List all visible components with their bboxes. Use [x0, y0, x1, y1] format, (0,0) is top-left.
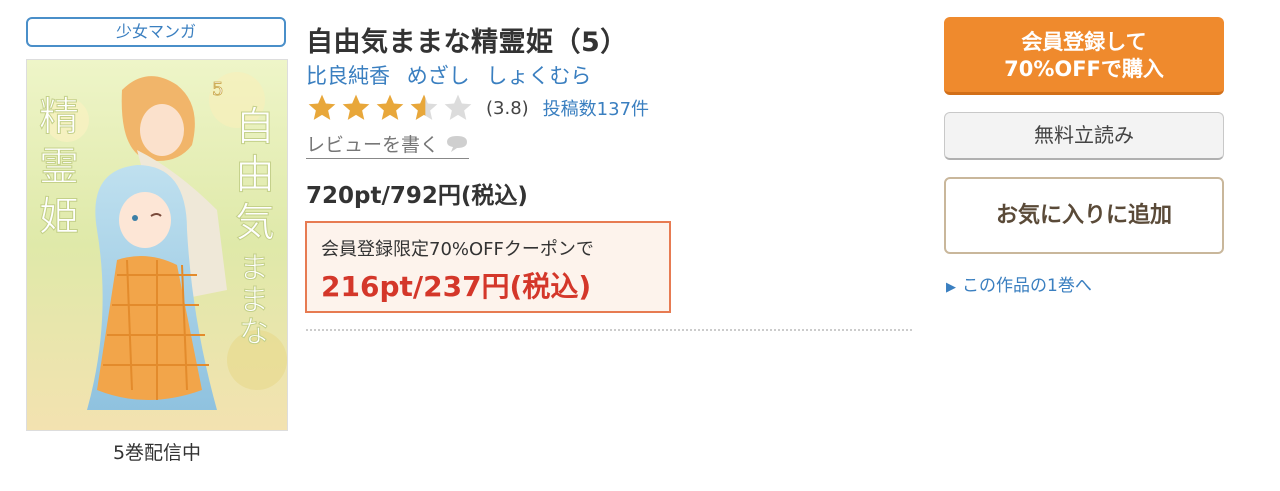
- volume-status: 5巻配信中: [112, 442, 202, 464]
- author-link[interactable]: 比良純香: [306, 64, 390, 88]
- dotted-divider: [306, 329, 912, 331]
- rating-value: (3.8): [486, 97, 529, 119]
- svg-text:ま: ま: [239, 251, 269, 286]
- buy-button-line2: 70%OFFで購入: [1004, 57, 1164, 81]
- coupon-label: 会員登録限定70%OFFクーポンで: [321, 239, 594, 260]
- author-list: 比良純香 めざし しょくむら: [306, 60, 601, 90]
- star-empty-icon: [444, 94, 472, 120]
- star-icon: [376, 94, 404, 120]
- triangle-right-icon: ▶: [946, 280, 956, 295]
- price: 720pt/792円(税込): [306, 183, 528, 209]
- genre-badge[interactable]: 少女マンガ: [26, 17, 286, 47]
- star-rating: [306, 92, 474, 124]
- star-icon: [308, 94, 336, 120]
- svg-text:自: 自: [235, 104, 275, 150]
- star-icon: [342, 94, 370, 120]
- svg-text:な: な: [239, 315, 269, 350]
- review-count-link[interactable]: 投稿数137件: [543, 95, 649, 121]
- speech-bubble-icon: [447, 135, 468, 152]
- cover-illustration: 精 霊 姫 自 由 気 ま ま な 5: [27, 60, 287, 430]
- first-volume-link[interactable]: ▶ この作品の1巻へ: [946, 271, 1092, 296]
- coupon-price: 216pt/237円(税込): [321, 270, 592, 303]
- coupon-box: 会員登録限定70%OFFクーポンで 216pt/237円(税込): [305, 221, 671, 313]
- free-read-button[interactable]: 無料立読み: [944, 112, 1224, 160]
- author-link[interactable]: めざし: [407, 64, 470, 88]
- cover-volume-mark: 5: [212, 79, 223, 100]
- buy-button-line1: 会員登録して: [1021, 30, 1147, 54]
- svg-text:ま: ま: [239, 283, 269, 318]
- author-link[interactable]: しょくむら: [486, 64, 591, 88]
- page-title: 自由気ままな精霊姫（5）: [306, 27, 628, 58]
- svg-text:由: 由: [235, 152, 275, 198]
- svg-text:霊: 霊: [39, 144, 79, 190]
- register-and-buy-button[interactable]: 会員登録して 70%OFFで購入: [944, 17, 1224, 95]
- svg-text:姫: 姫: [39, 194, 79, 240]
- svg-text:精: 精: [39, 94, 79, 140]
- rating-row: (3.8) 投稿数137件: [306, 92, 649, 124]
- first-volume-label: この作品の1巻へ: [962, 276, 1092, 296]
- write-review-link[interactable]: レビューを書く: [306, 130, 470, 159]
- add-favorite-button[interactable]: お気に入りに追加: [944, 177, 1224, 254]
- star-half-icon: [410, 94, 438, 120]
- svg-text:気: 気: [235, 200, 275, 246]
- write-review-label: レビューを書く: [306, 134, 440, 156]
- book-cover[interactable]: 精 霊 姫 自 由 気 ま ま な 5: [26, 59, 288, 431]
